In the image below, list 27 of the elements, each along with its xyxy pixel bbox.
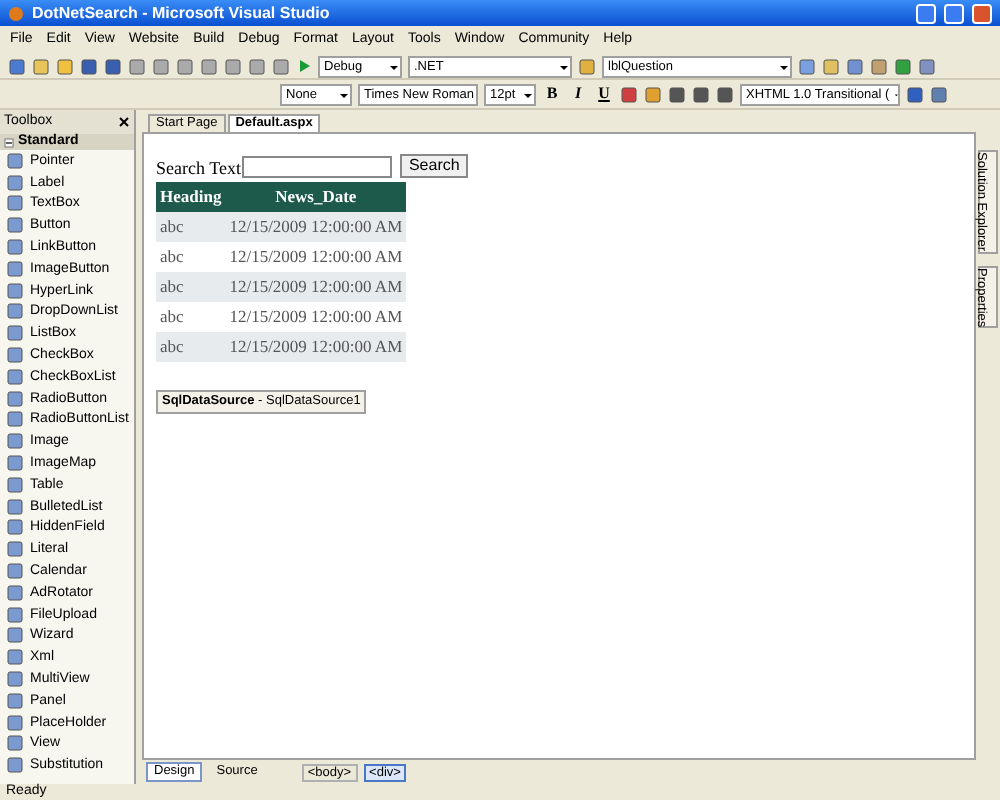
search-label: Search Text <box>156 158 241 178</box>
toolbar-icon[interactable] <box>578 57 596 75</box>
column-header: News_Date <box>225 182 407 212</box>
search-field[interactable] <box>242 156 393 178</box>
maximize-button[interactable] <box>944 3 964 23</box>
collapse-icon <box>4 137 14 147</box>
column-header: Heading <box>156 182 226 212</box>
table-cell: 12/15/2009 12:00:00 AM <box>225 302 407 332</box>
table-cell: 12/15/2009 12:00:00 AM <box>225 212 407 242</box>
search-button[interactable]: Search <box>400 154 468 178</box>
table-cell: abc <box>156 272 226 302</box>
close-button[interactable] <box>972 3 992 23</box>
minimize-button[interactable] <box>916 3 936 23</box>
close-icon[interactable] <box>118 116 130 128</box>
app-icon <box>8 5 24 21</box>
play-icon[interactable] <box>296 58 312 74</box>
table-cell: 12/15/2009 12:00:00 AM <box>225 332 407 362</box>
style-button[interactable]: U <box>594 82 614 106</box>
style-button[interactable]: B <box>542 82 562 106</box>
window-title: DotNetSearch - Microsoft Visual Studio <box>32 1 332 25</box>
style-button[interactable]: I <box>568 82 588 106</box>
table-cell: abc <box>156 332 226 362</box>
table-cell: abc <box>156 242 226 272</box>
table-cell: 12/15/2009 12:00:00 AM <box>225 272 407 302</box>
table-cell: 12/15/2009 12:00:00 AM <box>225 242 407 272</box>
table-cell: abc <box>156 302 226 332</box>
table-cell: abc <box>156 212 226 242</box>
